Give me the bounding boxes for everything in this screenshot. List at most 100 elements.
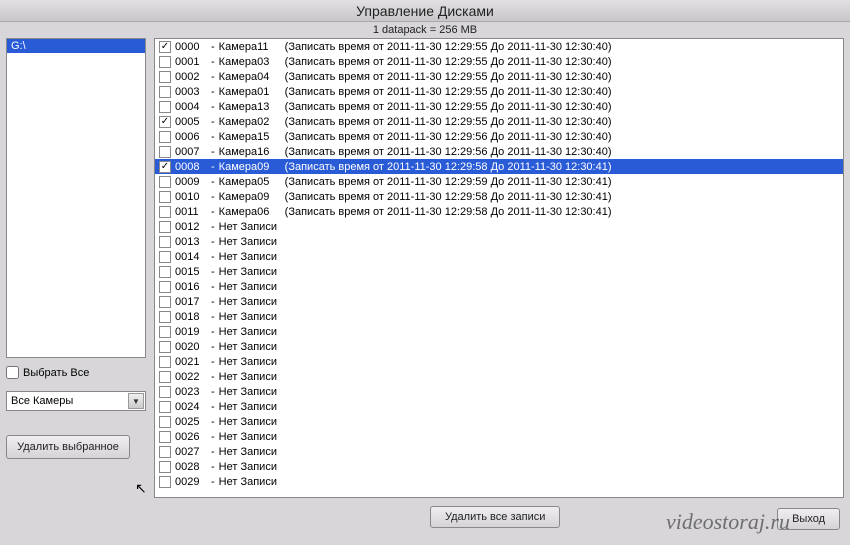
record-row[interactable]: 0019-Нет Записи [155,324,843,339]
separator: - [211,431,215,443]
record-checkbox[interactable] [159,281,171,293]
record-row[interactable]: 0017-Нет Записи [155,294,843,309]
record-row[interactable]: 0020-Нет Записи [155,339,843,354]
record-row[interactable]: 0018-Нет Записи [155,309,843,324]
record-row[interactable]: 0004-Камера13 (Записать время от 2011-11… [155,99,843,114]
record-checkbox[interactable]: ✓ [159,116,171,128]
record-row[interactable]: ✓0000-Камера11 (Записать время от 2011-1… [155,39,843,54]
drive-list[interactable]: G:\ [6,38,146,358]
drive-item[interactable]: G:\ [7,39,145,53]
record-checkbox[interactable] [159,131,171,143]
record-camera: Камера09 [219,161,285,173]
record-checkbox[interactable] [159,71,171,83]
record-camera: Нет Записи [219,356,285,368]
record-row[interactable]: 0023-Нет Записи [155,384,843,399]
record-checkbox[interactable] [159,311,171,323]
record-row[interactable]: 0009-Камера05 (Записать время от 2011-11… [155,174,843,189]
record-row[interactable]: 0010-Камера09 (Записать время от 2011-11… [155,189,843,204]
record-checkbox[interactable] [159,251,171,263]
record-row[interactable]: 0015-Нет Записи [155,264,843,279]
record-index: 0000 [175,41,207,53]
separator: - [211,86,215,98]
record-checkbox[interactable]: ✓ [159,161,171,173]
record-row[interactable]: 0022-Нет Записи [155,369,843,384]
record-camera: Камера04 [219,71,285,83]
record-row[interactable]: 0012-Нет Записи [155,219,843,234]
record-row[interactable]: 0014-Нет Записи [155,249,843,264]
record-time: (Записать время от 2011-11-30 12:29:55 Д… [285,41,612,53]
record-list[interactable]: ✓0000-Камера11 (Записать время от 2011-1… [154,38,844,498]
record-checkbox[interactable]: ✓ [159,41,171,53]
separator: - [211,416,215,428]
record-index: 0018 [175,311,207,323]
record-row[interactable]: 0002-Камера04 (Записать время от 2011-11… [155,69,843,84]
record-checkbox[interactable] [159,176,171,188]
record-checkbox[interactable] [159,416,171,428]
record-checkbox[interactable] [159,206,171,218]
record-row[interactable]: ✓0008-Камера09 (Записать время от 2011-1… [155,159,843,174]
record-checkbox[interactable] [159,401,171,413]
record-row[interactable]: 0024-Нет Записи [155,399,843,414]
record-row[interactable]: 0013-Нет Записи [155,234,843,249]
record-row[interactable]: 0001-Камера03 (Записать время от 2011-11… [155,54,843,69]
record-row[interactable]: 0006-Камера15 (Записать время от 2011-11… [155,129,843,144]
record-row[interactable]: 0011-Камера06 (Записать время от 2011-11… [155,204,843,219]
record-checkbox[interactable] [159,341,171,353]
record-camera: Нет Записи [219,326,285,338]
record-row[interactable]: ✓0005-Камера02 (Записать время от 2011-1… [155,114,843,129]
delete-selected-button[interactable]: Удалить выбранное [6,435,130,459]
record-checkbox[interactable] [159,386,171,398]
record-checkbox[interactable] [159,356,171,368]
record-checkbox[interactable] [159,221,171,233]
record-checkbox[interactable] [159,461,171,473]
record-row[interactable]: 0016-Нет Записи [155,279,843,294]
record-checkbox[interactable] [159,476,171,488]
chevron-down-icon[interactable]: ▼ [128,393,144,409]
record-index: 0029 [175,476,207,488]
record-checkbox[interactable] [159,101,171,113]
record-index: 0023 [175,386,207,398]
record-checkbox[interactable] [159,296,171,308]
separator: - [211,476,215,488]
record-checkbox[interactable] [159,431,171,443]
select-all-row[interactable]: Выбрать Все [6,366,146,379]
record-checkbox[interactable] [159,146,171,158]
record-checkbox[interactable] [159,266,171,278]
record-row[interactable]: 0028-Нет Записи [155,459,843,474]
record-row[interactable]: 0027-Нет Записи [155,444,843,459]
record-row[interactable]: 0026-Нет Записи [155,429,843,444]
record-time: (Записать время от 2011-11-30 12:29:55 Д… [285,86,612,98]
record-checkbox[interactable] [159,191,171,203]
record-row[interactable]: 0029-Нет Записи [155,474,843,489]
record-camera: Камера06 [219,206,285,218]
separator: - [211,251,215,263]
record-checkbox[interactable] [159,446,171,458]
record-time: (Записать время от 2011-11-30 12:29:56 Д… [285,131,612,143]
record-index: 0024 [175,401,207,413]
exit-button[interactable]: Выход [777,508,840,530]
record-index: 0004 [175,101,207,113]
record-checkbox[interactable] [159,371,171,383]
separator: - [211,311,215,323]
record-time: (Записать время от 2011-11-30 12:29:58 Д… [285,191,612,203]
separator: - [211,161,215,173]
record-row[interactable]: 0007-Камера16 (Записать время от 2011-11… [155,144,843,159]
record-camera: Камера15 [219,131,285,143]
record-camera: Камера16 [219,146,285,158]
record-camera: Нет Записи [219,251,285,263]
record-index: 0019 [175,326,207,338]
record-camera: Камера13 [219,101,285,113]
record-index: 0006 [175,131,207,143]
record-camera: Нет Записи [219,266,285,278]
delete-all-button[interactable]: Удалить все записи [430,506,560,528]
record-checkbox[interactable] [159,236,171,248]
record-index: 0005 [175,116,207,128]
record-row[interactable]: 0003-Камера01 (Записать время от 2011-11… [155,84,843,99]
select-all-checkbox[interactable] [6,366,19,379]
camera-filter-combo[interactable]: Все Камеры ▼ [6,391,146,411]
record-checkbox[interactable] [159,56,171,68]
record-row[interactable]: 0021-Нет Записи [155,354,843,369]
record-row[interactable]: 0025-Нет Записи [155,414,843,429]
record-checkbox[interactable] [159,326,171,338]
record-checkbox[interactable] [159,86,171,98]
